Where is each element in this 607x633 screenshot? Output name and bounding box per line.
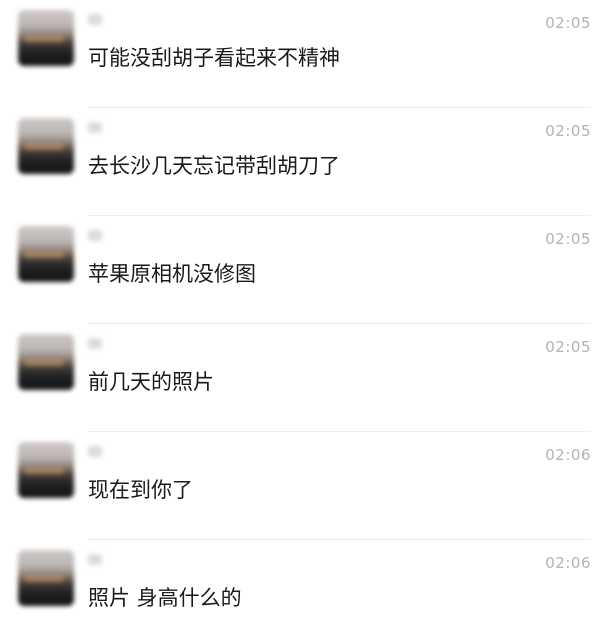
message-list: 02:05 可能没刮胡子看起来不精神 02:05 去长沙几天忘记带刮胡刀了 02… <box>0 0 607 633</box>
sender-name-blurred <box>88 122 102 133</box>
message-text: 苹果原相机没修图 <box>88 262 256 286</box>
message-time: 02:05 <box>545 122 591 140</box>
list-item[interactable]: 02:05 去长沙几天忘记带刮胡刀了 <box>0 108 607 216</box>
message-text: 可能没刮胡子看起来不精神 <box>88 46 340 70</box>
avatar[interactable] <box>18 226 74 282</box>
message-time: 02:05 <box>545 338 591 356</box>
message-time: 02:06 <box>545 554 591 572</box>
avatar[interactable] <box>18 442 74 498</box>
message-time: 02:05 <box>545 14 591 32</box>
list-item[interactable]: 02:06 照片 身高什么的 <box>0 540 607 633</box>
list-item[interactable]: 02:05 前几天的照片 <box>0 324 607 432</box>
avatar[interactable] <box>18 550 74 606</box>
list-item[interactable]: 02:06 现在到你了 <box>0 432 607 540</box>
avatar[interactable] <box>18 118 74 174</box>
sender-name-blurred <box>88 230 102 241</box>
message-time: 02:06 <box>545 446 591 464</box>
sender-name-blurred <box>88 14 102 25</box>
message-text: 前几天的照片 <box>88 370 214 394</box>
sender-name-blurred <box>88 554 102 565</box>
avatar[interactable] <box>18 334 74 390</box>
message-text: 现在到你了 <box>88 478 193 502</box>
sender-name-blurred <box>88 446 102 457</box>
avatar[interactable] <box>18 10 74 66</box>
message-text: 照片 身高什么的 <box>88 586 242 610</box>
sender-name-blurred <box>88 338 102 349</box>
message-time: 02:05 <box>545 230 591 248</box>
list-item[interactable]: 02:05 可能没刮胡子看起来不精神 <box>0 0 607 108</box>
message-text: 去长沙几天忘记带刮胡刀了 <box>88 154 340 178</box>
list-item[interactable]: 02:05 苹果原相机没修图 <box>0 216 607 324</box>
